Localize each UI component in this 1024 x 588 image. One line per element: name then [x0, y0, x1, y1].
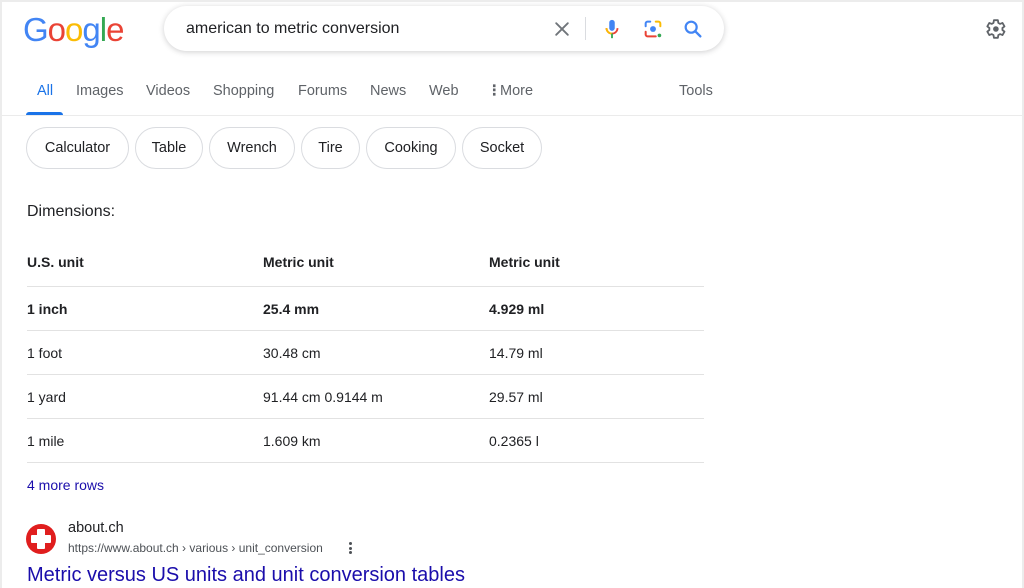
table-cell: 1 inch: [27, 301, 68, 317]
column-header: Metric unit: [489, 254, 560, 270]
column-header: U.S. unit: [27, 254, 84, 270]
table-cell: 30.48 cm: [263, 345, 321, 361]
close-icon: [555, 21, 569, 36]
table-cell: 1.609 km: [263, 433, 321, 449]
kebab-dot: [348, 542, 352, 545]
chip-tire[interactable]: Tire: [301, 127, 360, 169]
result-url[interactable]: https://www.about.ch › various › unit_co…: [68, 541, 323, 555]
logo-letter: o: [65, 11, 83, 48]
table-row: 1 yard 91.44 cm 0.9144 m 29.57 ml: [27, 375, 704, 419]
search-box: [164, 6, 724, 51]
chip-socket[interactable]: Socket: [462, 127, 542, 169]
chip-cooking[interactable]: Cooking: [366, 127, 456, 169]
tab-web[interactable]: Web: [429, 83, 459, 99]
table-row: 1 foot 30.48 cm 14.79 ml: [27, 331, 704, 375]
kebab-dot: [348, 546, 352, 550]
active-tab-indicator: [26, 112, 63, 115]
google-lens-icon: [644, 20, 662, 37]
search-input[interactable]: [186, 6, 546, 51]
clear-search-button[interactable]: [546, 6, 578, 51]
tab-all[interactable]: All: [37, 83, 53, 99]
swiss-cross-icon[interactable]: [26, 524, 56, 554]
table-header-row: U.S. unit Metric unit Metric unit: [27, 242, 704, 287]
microphone-icon: [605, 19, 619, 38]
kebab-dot: [348, 551, 352, 554]
table-cell: 29.57 ml: [489, 389, 543, 405]
chip-calculator[interactable]: Calculator: [26, 127, 129, 169]
voice-search-button[interactable]: [596, 6, 628, 51]
search-icon: [684, 20, 702, 38]
table-caption: Dimensions:: [27, 203, 116, 220]
tab-shopping[interactable]: Shopping: [213, 83, 274, 99]
image-search-button[interactable]: [637, 6, 669, 51]
gear-icon: [986, 19, 1006, 39]
logo-letter: e: [106, 11, 124, 48]
conversion-table: U.S. unit Metric unit Metric unit 1 inch…: [27, 242, 704, 463]
table-cell: 91.44 cm 0.9144 m: [263, 389, 383, 405]
logo-letter: G: [23, 11, 49, 48]
table-cell: 25.4 mm: [263, 301, 320, 317]
table-cell: 0.2365 l: [489, 433, 539, 449]
result-title-link[interactable]: Metric versus US units and unit conversi…: [27, 564, 465, 587]
vertical-dots-icon: ⋮: [487, 83, 502, 99]
tab-images[interactable]: Images: [76, 83, 124, 99]
more-rows-link[interactable]: 4 more rows: [27, 477, 104, 493]
table-row: 1 inch 25.4 mm 4.929 ml: [27, 287, 704, 331]
chip-wrench[interactable]: Wrench: [209, 127, 295, 169]
tools-button[interactable]: Tools: [679, 83, 713, 99]
table-row: 1 mile 1.609 km 0.2365 l: [27, 419, 704, 463]
search-tabs: All Images Videos Shopping Forums News W…: [0, 70, 1022, 116]
google-logo[interactable]: Google: [23, 11, 124, 48]
tab-more-label: More: [500, 83, 534, 99]
tab-news[interactable]: News: [370, 83, 406, 99]
search-submit-button[interactable]: [677, 6, 709, 51]
result-site-name[interactable]: about.ch: [68, 520, 124, 536]
table-cell: 4.929 ml: [489, 301, 545, 317]
table-cell: 1 mile: [27, 433, 65, 449]
tab-videos[interactable]: Videos: [146, 83, 190, 99]
search-divider: [585, 17, 586, 40]
table-cell: 1 yard: [27, 389, 66, 405]
column-header: Metric unit: [263, 254, 334, 270]
table-cell: 1 foot: [27, 345, 63, 361]
settings-button[interactable]: [980, 14, 1010, 44]
logo-letter: o: [47, 11, 66, 48]
tab-more[interactable]: ⋮More: [487, 83, 533, 99]
tab-forums[interactable]: Forums: [298, 83, 347, 99]
result-options-button[interactable]: [344, 540, 356, 556]
logo-letter: g: [82, 11, 100, 48]
table-cell: 14.79 ml: [489, 345, 543, 361]
chip-table[interactable]: Table: [135, 127, 203, 169]
